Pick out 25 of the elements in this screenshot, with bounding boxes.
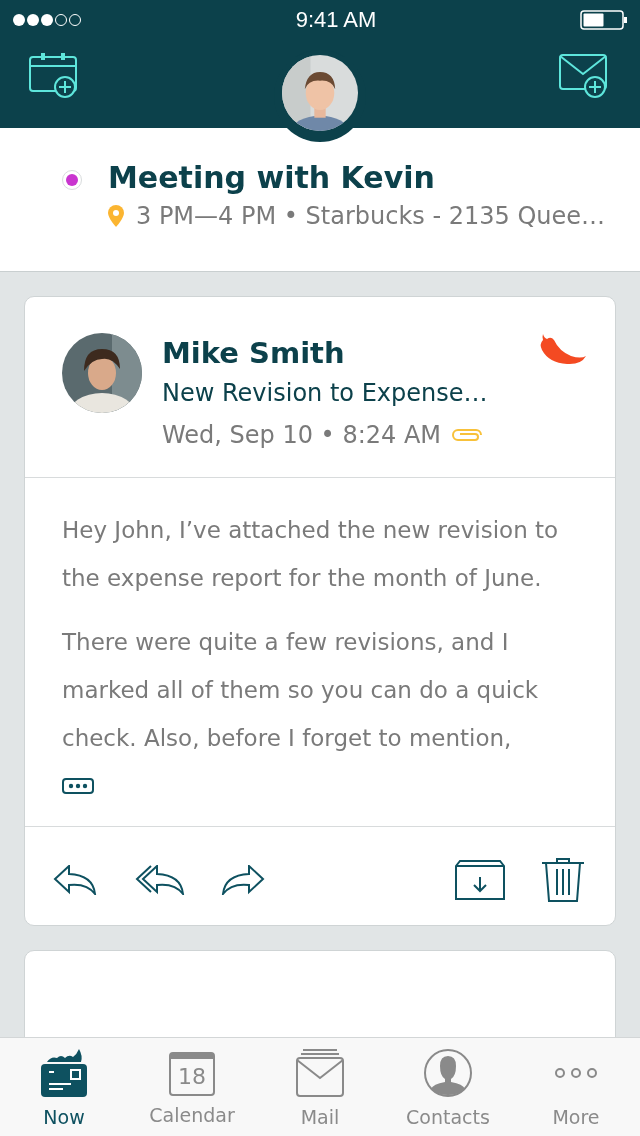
tab-bar-item[interactable]: Mail xyxy=(256,1038,384,1136)
event-title: Meeting with Kevin xyxy=(108,159,436,197)
flaming-card-icon xyxy=(39,1048,89,1098)
reply-button[interactable] xyxy=(53,865,97,895)
tab-bar-item[interactable]: Now xyxy=(0,1038,128,1136)
tab-bar-item[interactable]: 18 Calendar xyxy=(128,1038,256,1136)
email-body-text: Hey John, I’ve attached the new revision to the expense report for the month of June. xyxy=(62,516,560,593)
email-body-text: There were quite a few revisions, and I marked all of them so you can do a quick check. Also, before I forget to mention, xyxy=(62,628,540,753)
sender-name: Mike Smith xyxy=(162,335,346,372)
tab-bar-item[interactable]: More xyxy=(512,1038,640,1136)
mail-stack-icon xyxy=(295,1048,345,1098)
email-subject: New Revision to Expense… xyxy=(162,378,488,409)
person-circle-icon xyxy=(423,1048,473,1098)
status-time: 9:41 AM xyxy=(295,7,377,33)
forward-button[interactable] xyxy=(221,865,265,895)
more-text-icon[interactable] xyxy=(62,778,94,794)
archive-button[interactable] xyxy=(455,860,505,900)
battery-icon xyxy=(580,10,628,30)
reply-all-button[interactable] xyxy=(133,865,185,895)
email-card[interactable] xyxy=(24,296,616,926)
tab-bar-item[interactable]: Contacts xyxy=(384,1038,512,1136)
event-details: 3 PM—4 PM • Starbucks - 2135 Quee… xyxy=(136,202,606,230)
location-pin-icon xyxy=(108,205,124,227)
email-date: Wed, Sep 10 • 8:24 AM xyxy=(162,420,442,451)
delete-button[interactable] xyxy=(541,857,585,903)
